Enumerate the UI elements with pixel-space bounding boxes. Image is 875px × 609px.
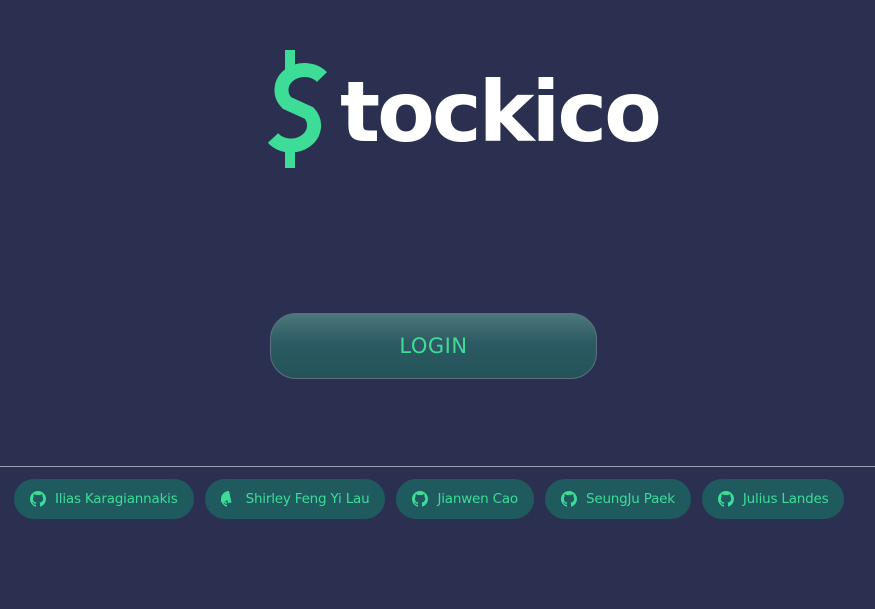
contributor-list: Ilias Karagiannakis Shirley Feng Yi Lau … bbox=[14, 479, 845, 519]
contributor-link[interactable]: SeungJu Paek bbox=[544, 479, 691, 519]
contributor-name: Shirley Feng Yi Lau bbox=[245, 491, 370, 507]
contributor-name: Ilias Karagiannakis bbox=[55, 491, 178, 507]
stockico-logo: tockico bbox=[260, 50, 662, 170]
contributor-link[interactable]: Ilias Karagiannakis bbox=[14, 479, 194, 519]
divider bbox=[0, 466, 875, 467]
contributor-link[interactable]: Shirley Feng Yi Lau bbox=[204, 479, 386, 519]
github-icon bbox=[220, 491, 237, 507]
dollar-sign-icon bbox=[267, 50, 327, 168]
contributor-name: SeungJu Paek bbox=[585, 491, 675, 507]
github-icon bbox=[412, 491, 429, 507]
contributor-link[interactable]: Julius Landes bbox=[701, 479, 845, 519]
github-icon bbox=[560, 491, 577, 507]
login-button[interactable]: LOGIN bbox=[270, 313, 597, 379]
contributor-name: Jianwen Cao bbox=[437, 491, 518, 507]
github-icon bbox=[717, 491, 734, 507]
logo-wordmark: tockico bbox=[340, 63, 662, 161]
github-icon bbox=[30, 491, 46, 507]
contributor-name: Julius Landes bbox=[742, 491, 829, 507]
contributor-link[interactable]: Jianwen Cao bbox=[396, 479, 534, 519]
